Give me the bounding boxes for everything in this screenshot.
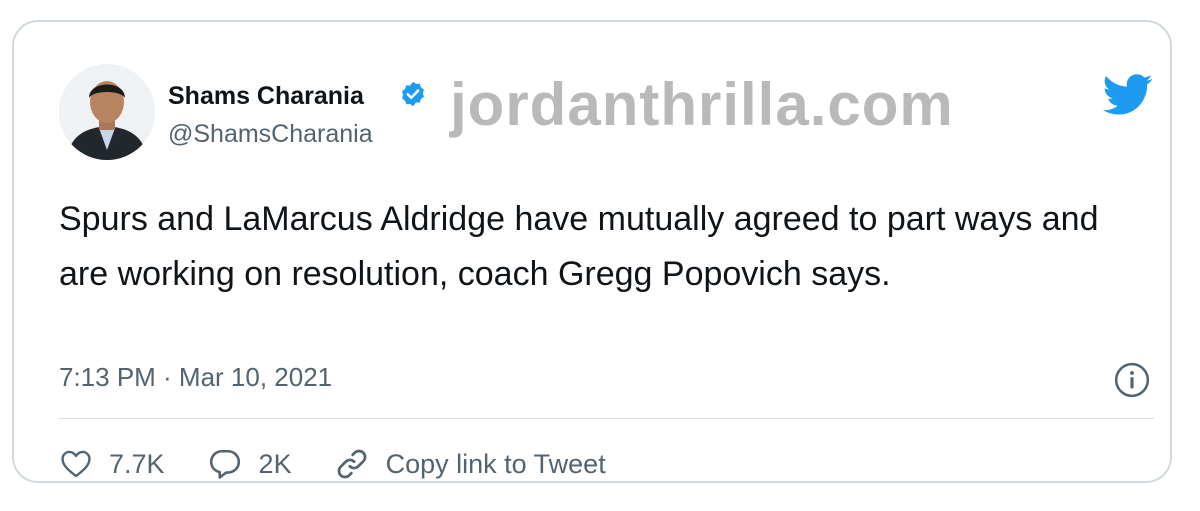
avatar[interactable] <box>59 64 155 160</box>
copy-link-label: Copy link to Tweet <box>385 448 606 479</box>
reply-icon <box>209 449 240 479</box>
tweet-card: Shams Charania @ShamsCharania jordanthri… <box>12 20 1172 483</box>
heart-icon <box>61 450 91 478</box>
author-name[interactable]: Shams Charania <box>168 82 364 111</box>
reply-count: 2K <box>258 448 292 479</box>
link-icon <box>337 449 366 479</box>
watermark: jordanthrilla.com <box>450 71 954 138</box>
copy-link-button[interactable]: Copy link to Tweet <box>334 446 606 482</box>
author-handle[interactable]: @ShamsCharania <box>168 120 373 149</box>
avatar-photo <box>59 64 155 160</box>
like-button[interactable]: 7.7K <box>59 447 165 481</box>
tweet-timestamp[interactable]: 7:13 PM · Mar 10, 2021 <box>59 362 332 393</box>
tweet-actions: 7.7K 2K Copy link to Tweet <box>59 442 648 486</box>
reply-button[interactable]: 2K <box>207 446 292 482</box>
verified-badge-icon <box>402 81 424 107</box>
twitter-bird-icon[interactable] <box>1102 74 1154 116</box>
divider <box>59 418 1154 419</box>
tweet-text: Spurs and LaMarcus Aldridge have mutuall… <box>59 200 1099 293</box>
info-icon[interactable] <box>1113 361 1151 399</box>
like-count: 7.7K <box>109 448 165 479</box>
